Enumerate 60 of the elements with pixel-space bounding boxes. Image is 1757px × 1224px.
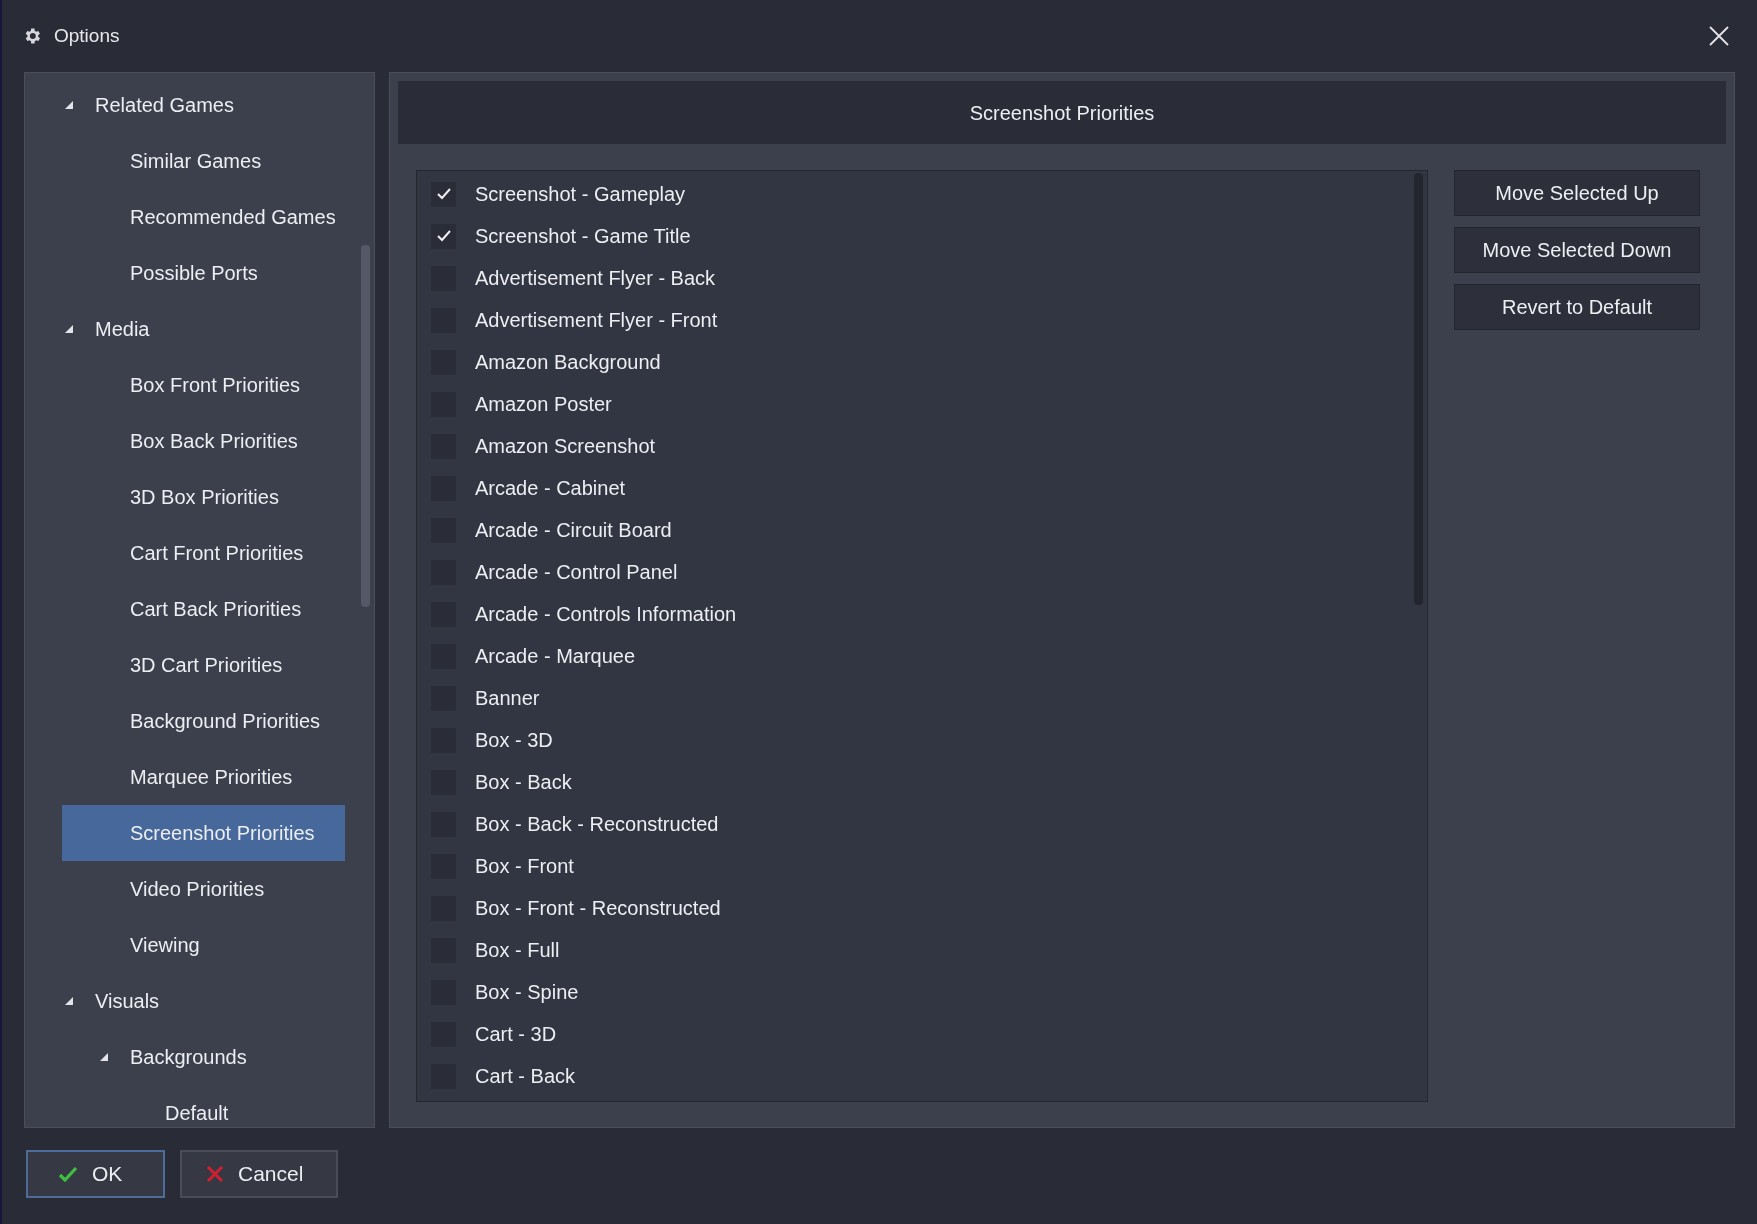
tree-item[interactable]: Default — [25, 1085, 374, 1127]
checkbox-label[interactable]: Screenshot - Game Title — [475, 221, 691, 251]
checkbox-label[interactable]: Box - Back - Reconstructed — [475, 809, 719, 839]
checkbox-label[interactable]: Arcade - Circuit Board — [475, 515, 672, 545]
checkbox-label[interactable]: Cart - Back — [475, 1061, 576, 1091]
expander-icon[interactable] — [65, 325, 73, 333]
checkbox-label[interactable]: Advertisement Flyer - Front — [475, 305, 718, 335]
tree-item[interactable]: Visuals — [25, 973, 374, 1029]
tree-item[interactable]: Background Priorities — [25, 693, 374, 749]
expander-icon[interactable] — [100, 1053, 108, 1061]
close-icon[interactable] — [1709, 26, 1729, 46]
checkbox-label[interactable]: Cart - 3D — [475, 1019, 557, 1049]
action-button[interactable]: Move Selected Down — [1454, 227, 1700, 273]
tree-item[interactable]: Related Games — [25, 77, 374, 133]
tree-item[interactable]: Backgrounds — [25, 1029, 374, 1085]
tree-item[interactable]: Cart Front Priorities — [25, 525, 374, 581]
checkbox-label[interactable]: Arcade - Controls Information — [475, 599, 737, 629]
tree-item[interactable]: Media — [25, 301, 374, 357]
checkbox-label[interactable]: Box - 3D — [475, 725, 553, 755]
checkbox-label[interactable]: Amazon Screenshot — [475, 431, 656, 461]
tree-item[interactable]: Box Back Priorities — [25, 413, 374, 469]
checkbox-label[interactable]: Box - Front — [475, 851, 574, 881]
checkbox[interactable] — [431, 181, 456, 207]
tree-item[interactable]: Recommended Games — [25, 189, 374, 245]
expander-icon[interactable] — [65, 997, 73, 1005]
tree-item[interactable]: Cart Back Priorities — [25, 581, 374, 637]
tree-item[interactable]: Possible Ports — [25, 245, 374, 301]
tree-item[interactable]: Screenshot Priorities — [62, 805, 345, 861]
tree-item[interactable]: Similar Games — [25, 133, 374, 189]
checkbox-label[interactable]: Box - Front - Reconstructed — [475, 893, 721, 923]
checkbox-label[interactable]: Box - Spine — [475, 977, 579, 1007]
checkbox-label[interactable]: Arcade - Control Panel — [475, 557, 678, 587]
action-button[interactable]: Move Selected Up — [1454, 170, 1700, 216]
expander-icon[interactable] — [65, 101, 73, 109]
tree-item[interactable]: Video Priorities — [25, 861, 374, 917]
window-title: Options — [54, 23, 120, 48]
scrollbar-thumb[interactable] — [361, 245, 370, 607]
ok-button[interactable]: OK — [26, 1150, 165, 1198]
checkbox-label[interactable]: Arcade - Marquee — [475, 641, 636, 671]
checkbox-label[interactable]: Amazon Background — [475, 347, 661, 377]
check-icon — [58, 1166, 78, 1182]
tree-item[interactable]: Marquee Priorities — [25, 749, 374, 805]
tree-item[interactable]: 3D Box Priorities — [25, 469, 374, 525]
cancel-button[interactable]: Cancel — [180, 1150, 338, 1198]
checkbox-label[interactable]: Screenshot - Gameplay — [475, 179, 686, 209]
checkbox-label[interactable]: Amazon Poster — [475, 389, 612, 419]
check-icon — [436, 188, 451, 200]
checkbox-label[interactable]: Arcade - Cabinet — [475, 473, 626, 503]
cross-icon — [206, 1165, 224, 1183]
checkbox-label[interactable]: Advertisement Flyer - Back — [475, 263, 716, 293]
checkbox-label[interactable]: Banner — [475, 683, 540, 713]
tree-item[interactable]: Box Front Priorities — [25, 357, 374, 413]
tree-item[interactable]: Viewing — [25, 917, 374, 973]
checkbox-label[interactable]: Box - Back — [475, 767, 572, 797]
checkbox-label[interactable]: Box - Full — [475, 935, 560, 965]
tree-item[interactable]: 3D Cart Priorities — [25, 637, 374, 693]
action-button[interactable]: Revert to Default — [1454, 284, 1700, 330]
panel-header: Screenshot Priorities — [398, 81, 1726, 144]
check-icon — [436, 230, 451, 242]
checkbox[interactable] — [431, 223, 456, 249]
